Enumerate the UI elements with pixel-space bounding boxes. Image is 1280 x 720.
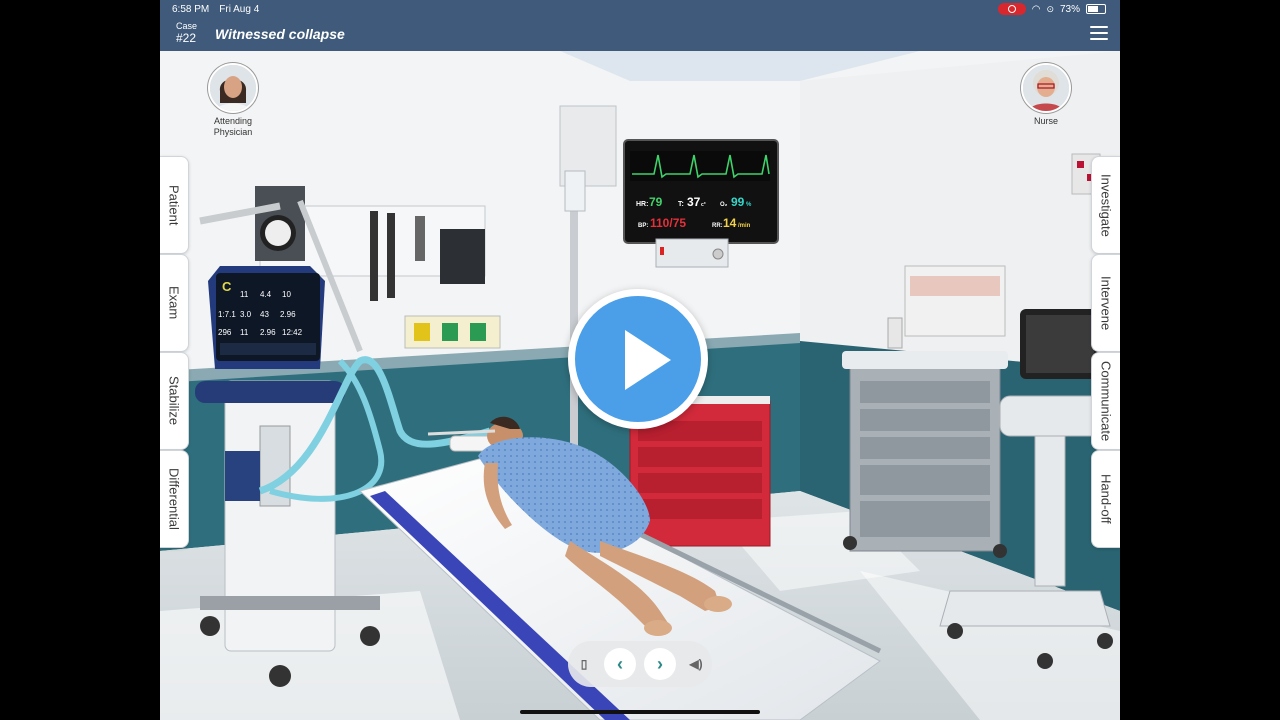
nurse-avatar[interactable] — [1021, 63, 1071, 113]
transcript-icon[interactable]: ▯ — [572, 652, 596, 676]
orientation-lock-icon: ⊙ — [1046, 3, 1054, 14]
temp-unit: c° — [701, 202, 706, 208]
vent-r3c1: 296 — [218, 328, 232, 337]
o2-unit: % — [746, 202, 752, 208]
vent-r3c2: 11 — [240, 328, 249, 337]
case-header: Case #22 Witnessed collapse — [160, 18, 1120, 51]
wifi-icon: ◠ — [1031, 3, 1041, 15]
play-button[interactable] — [568, 289, 708, 429]
attending-physician-label: Attending Physician — [213, 116, 253, 137]
tab-stabilize[interactable]: Stabilize — [160, 352, 189, 450]
tab-hand-off-label: Hand-off — [1098, 474, 1114, 524]
tab-investigate-label: Investigate — [1098, 173, 1114, 237]
case-title: Witnessed collapse — [215, 26, 345, 42]
chevron-left-icon: ‹ — [617, 653, 623, 674]
tab-exam-label: Exam — [166, 286, 182, 320]
bp-label: BP: — [638, 223, 648, 229]
vent-r1c2: 4.4 — [260, 290, 272, 299]
tab-differential[interactable]: Differential — [160, 450, 189, 548]
nurse-label: Nurse — [1033, 116, 1058, 126]
app-screen: 6:58 PM Fri Aug 4 ◠ ⊙ 73% Case #22 Witne… — [160, 0, 1120, 720]
vent-r3c3: 2.96 — [260, 328, 276, 337]
home-indicator[interactable] — [520, 710, 760, 714]
playback-controls: ▯ ‹ › ◀) — [568, 641, 712, 687]
vent-r2c4: 2.96 — [280, 310, 296, 319]
tab-differential-label: Differential — [166, 468, 182, 530]
vent-r2c2: 3.0 — [240, 310, 252, 319]
battery-percent: 73% — [1059, 3, 1080, 15]
temp-value: 37 — [687, 195, 701, 209]
status-time: 6:58 PM — [172, 3, 210, 15]
simulation-scene: HR: 79 T: 37 c° O₂ 99 % BP: 110/75 RR: 1… — [160, 51, 1120, 720]
status-right: ◠ ⊙ 73% — [997, 3, 1106, 15]
previous-button[interactable]: ‹ — [604, 648, 636, 680]
tab-stabilize-label: Stabilize — [166, 376, 182, 426]
tab-communicate-label: Communicate — [1098, 360, 1114, 442]
tab-intervene[interactable]: Intervene — [1091, 254, 1120, 352]
temp-label: T: — [678, 201, 684, 208]
tab-exam[interactable]: Exam — [160, 254, 189, 352]
case-label: Case — [176, 21, 198, 31]
hr-value: 79 — [649, 195, 663, 209]
tab-investigate[interactable]: Investigate — [1091, 156, 1120, 254]
speaker-icon[interactable]: ◀) — [684, 652, 708, 676]
rr-value: 14 — [723, 216, 737, 230]
status-date: Fri Aug 4 — [219, 3, 260, 15]
o2-label: O₂ — [720, 202, 728, 208]
bp-value: 110/75 — [650, 216, 686, 230]
rr-label: RR: — [712, 223, 723, 229]
o2-value: 99 — [731, 195, 745, 209]
play-icon — [625, 330, 671, 390]
attending-physician-character[interactable]: Attending Physician — [198, 63, 268, 138]
case-number: #22 — [176, 31, 197, 45]
hamburger-menu-icon[interactable] — [1090, 26, 1108, 42]
vent-r2c1: 1:7.1 — [218, 310, 236, 319]
tab-patient-label: Patient — [166, 184, 182, 226]
next-button[interactable]: › — [644, 648, 676, 680]
rr-unit: /min — [738, 223, 751, 229]
vent-r1c3: 10 — [282, 290, 291, 299]
vent-r2c3: 43 — [260, 310, 269, 319]
tab-communicate[interactable]: Communicate — [1091, 352, 1120, 450]
vent-r1c1: 11 — [240, 290, 249, 299]
tab-patient[interactable]: Patient — [160, 156, 189, 254]
vent-logo: C — [222, 279, 232, 294]
tab-intervene-label: Intervene — [1098, 275, 1114, 331]
battery-icon — [1086, 4, 1106, 14]
nurse-character[interactable]: Nurse — [1011, 63, 1081, 126]
hr-label: HR: — [636, 201, 648, 208]
vent-r3c4: 12:42 — [282, 328, 303, 337]
status-bar: 6:58 PM Fri Aug 4 ◠ ⊙ 73% — [160, 0, 1120, 18]
attending-physician-avatar[interactable] — [208, 63, 258, 113]
screen-recording-icon — [997, 3, 1026, 15]
chevron-right-icon: › — [657, 653, 663, 674]
tab-hand-off[interactable]: Hand-off — [1091, 450, 1120, 548]
